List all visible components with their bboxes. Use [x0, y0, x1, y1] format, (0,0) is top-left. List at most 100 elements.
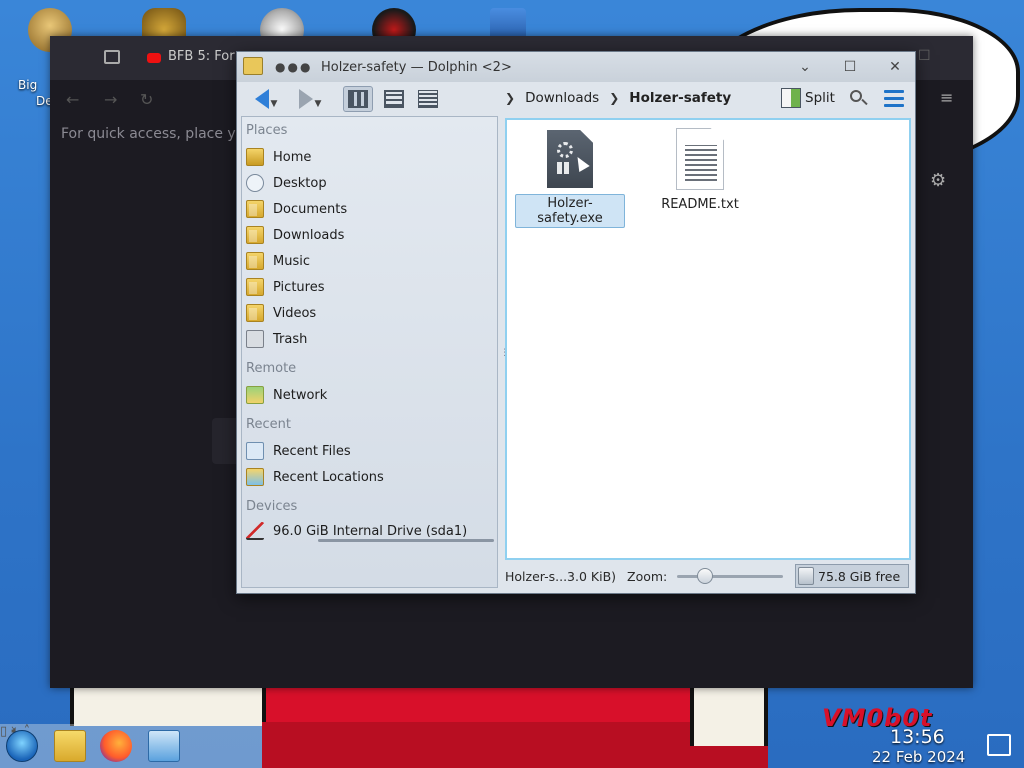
back-arrow-icon: [254, 89, 269, 109]
section-header-remote: Remote: [246, 361, 297, 376]
gear-icon[interactable]: ⚙: [930, 170, 946, 191]
places-item-trash[interactable]: Trash: [246, 327, 494, 351]
compact-view-button[interactable]: [413, 86, 443, 112]
split-label: Split: [805, 90, 835, 106]
places-item-music[interactable]: Music: [246, 249, 494, 273]
places-item-label: Desktop: [273, 175, 327, 191]
forward-button[interactable]: ▼: [291, 86, 329, 112]
maximize-icon[interactable]: ☐: [918, 48, 931, 64]
icons-view-icon: [348, 90, 368, 108]
exe-icon: [547, 130, 593, 188]
forward-arrow-icon: [298, 89, 313, 109]
folder-icon: [246, 226, 264, 244]
window-menu-dots-icon[interactable]: ●●●: [275, 60, 312, 74]
places-item-label: Downloads: [273, 227, 345, 243]
places-item-videos[interactable]: Videos: [246, 301, 494, 325]
folder-icon: [246, 304, 264, 322]
details-view-button[interactable]: [379, 86, 409, 112]
folder-icon: [246, 252, 264, 270]
places-item-documents[interactable]: Documents: [246, 197, 494, 221]
back-arrow-icon[interactable]: ←: [66, 90, 79, 109]
search-icon[interactable]: [850, 90, 868, 108]
drive-icon: [246, 522, 264, 540]
places-item-desktop[interactable]: Desktop: [246, 171, 494, 195]
places-item-downloads[interactable]: Downloads: [246, 223, 494, 247]
file-item[interactable]: Holzer-safety.exe: [515, 130, 625, 228]
text-file-icon: [676, 128, 724, 190]
browser-tab-title[interactable]: BFB 5: For: [168, 49, 235, 64]
compact-view-icon: [418, 90, 438, 108]
remote-desktop-icon[interactable]: [148, 730, 180, 762]
network-icon: [246, 386, 264, 404]
places-item-network[interactable]: Network: [246, 383, 494, 407]
section-header-places: Places: [246, 123, 288, 138]
home-icon: [246, 148, 264, 166]
trash-icon: [246, 330, 264, 348]
chevron-down-icon: ▼: [314, 99, 322, 109]
places-item-label: Music: [273, 253, 310, 269]
selection-status: Holzer-s...3.0 KiB): [505, 569, 617, 584]
folder-app-icon[interactable]: [243, 57, 263, 75]
breadcrumb-item[interactable]: Downloads: [525, 90, 599, 106]
places-item-label: Pictures: [273, 279, 325, 295]
split-button[interactable]: Split: [781, 88, 835, 108]
zoom-label: Zoom:: [627, 569, 668, 584]
browser-menu-icon[interactable]: ≡: [940, 88, 953, 107]
hamburger-menu-icon[interactable]: [884, 90, 904, 108]
reload-icon[interactable]: ↻: [140, 90, 153, 109]
dolphin-window: ●●● Holzer-safety — Dolphin <2> ⌄ ☐ ✕ ▼ …: [236, 51, 916, 594]
breadcrumb-current[interactable]: Holzer-safety: [629, 90, 731, 106]
show-desktop-icon[interactable]: [987, 734, 1011, 756]
free-space-text: 75.8 GiB free: [818, 569, 901, 584]
clock-time[interactable]: 13:56: [890, 726, 945, 748]
taskbar: ▯ 🔇︎ ˄ 13:56 22 Feb 2024: [0, 724, 1024, 768]
close-icon[interactable]: ✕: [885, 57, 905, 77]
breadcrumb: ❯ Downloads ❯ Holzer-safety: [505, 90, 731, 106]
tab-overview-icon[interactable]: [104, 50, 120, 64]
start-menu-button[interactable]: [6, 730, 38, 762]
file-manager-icon[interactable]: [54, 730, 86, 762]
window-title: Holzer-safety — Dolphin <2>: [321, 60, 512, 75]
minimize-icon[interactable]: ⌄: [795, 57, 815, 77]
places-item-label: Home: [273, 149, 312, 165]
desktop-icon-label: Big: [18, 78, 38, 92]
status-bar: Holzer-s...3.0 KiB) Zoom: 75.8 GiB free: [505, 564, 913, 588]
firefox-icon[interactable]: [100, 730, 132, 762]
places-panel: Places Home Desktop Documents Downloads …: [241, 116, 498, 588]
free-space-indicator[interactable]: 75.8 GiB free: [795, 564, 909, 588]
bookmarks-hint: For quick access, place yo: [61, 126, 245, 142]
desktop-icon: [246, 174, 264, 192]
places-item-label: Videos: [273, 305, 317, 321]
split-view-icon: [781, 88, 801, 108]
clock-date[interactable]: 22 Feb 2024: [872, 748, 965, 766]
file-item[interactable]: README.txt: [645, 128, 755, 213]
maximize-icon[interactable]: ☐: [840, 57, 860, 77]
places-item-home[interactable]: Home: [246, 145, 494, 169]
places-item-label: Documents: [273, 201, 348, 217]
places-item-recent-locations[interactable]: Recent Locations: [246, 465, 494, 489]
zoom-slider[interactable]: [677, 575, 783, 578]
folder-icon: [246, 278, 264, 296]
chevron-right-icon: ❯: [609, 91, 620, 105]
details-view-icon: [384, 90, 404, 108]
places-item-label: Recent Files: [273, 443, 351, 459]
drive-usage-bar: [318, 539, 494, 542]
places-item-recent-files[interactable]: Recent Files: [246, 439, 494, 463]
file-name: Holzer-safety.exe: [515, 194, 625, 228]
wallpaper-shape: [70, 686, 262, 726]
zoom-slider-handle[interactable]: [697, 568, 713, 584]
places-item-label: Trash: [273, 331, 308, 347]
forward-arrow-icon[interactable]: →: [104, 90, 117, 109]
icons-view-button[interactable]: [343, 86, 373, 112]
places-item-pictures[interactable]: Pictures: [246, 275, 494, 299]
youtube-icon: [147, 53, 161, 63]
recent-locations-icon: [246, 468, 264, 486]
places-item-label: Recent Locations: [273, 469, 384, 485]
window-titlebar[interactable]: ●●● Holzer-safety — Dolphin <2> ⌄ ☐ ✕: [237, 52, 915, 82]
file-view[interactable]: Holzer-safety.exe README.txt: [505, 118, 911, 560]
section-header-devices: Devices: [246, 499, 298, 514]
back-button[interactable]: ▼: [247, 86, 285, 112]
chevron-down-icon: ▼: [270, 99, 278, 109]
section-header-recent: Recent: [246, 417, 291, 432]
free-space-handle: [798, 567, 814, 585]
